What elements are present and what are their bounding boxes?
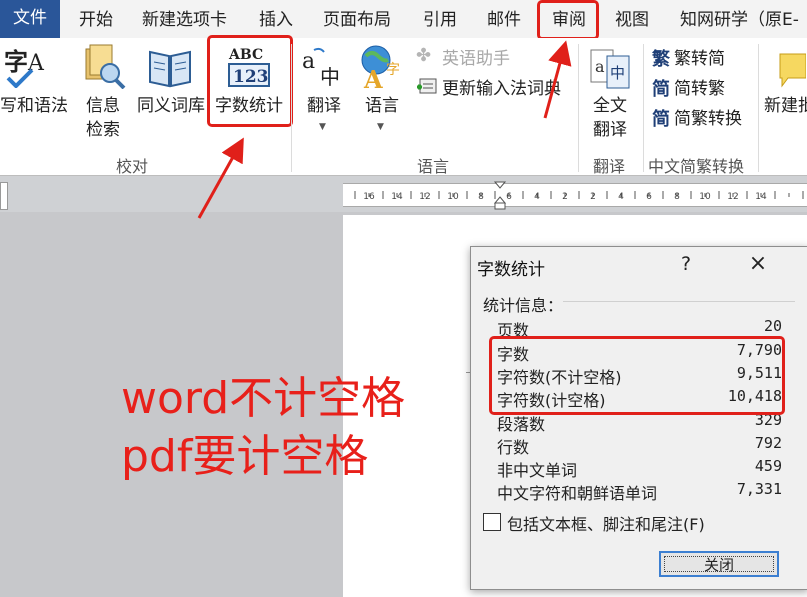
close-icon[interactable]: × [743, 249, 773, 279]
stat-value: 459 [754, 457, 782, 475]
word-count-dialog: 字数统计 ? × 统计信息： 页数 20 字数 7,790 字符数(不计空格) … [470, 246, 807, 590]
stat-row-cjk-words: 中文字符和朝鲜语单词 7,331 [497, 480, 782, 503]
section-divider [563, 301, 795, 302]
arrow-to-word-count [197, 137, 244, 219]
dialog-title: 字数统计 [477, 260, 545, 280]
stat-label: 中文字符和朝鲜语单词 [497, 484, 658, 503]
close-button[interactable]: 关闭 [659, 551, 779, 577]
close-button-label: 关闭 [664, 556, 774, 573]
stat-value: 7,331 [736, 480, 782, 498]
arrow-to-review-tab [543, 40, 572, 119]
stats-section-label: 统计信息： [483, 296, 564, 315]
stat-row-lines: 行数 792 [497, 434, 782, 457]
dialog-body: 统计信息： 页数 20 字数 7,790 字符数(不计空格) 9,511 字符数… [471, 283, 807, 589]
stat-value: 20 [763, 317, 782, 335]
highlight-word-char-counts [489, 336, 785, 415]
help-button[interactable]: ? [681, 253, 691, 275]
stat-label: 行数 [497, 438, 530, 457]
stat-row-non-chinese-words: 非中文单词 459 [497, 457, 782, 480]
include-textboxes-label[interactable]: 包括文本框、脚注和尾注(F) [507, 511, 705, 535]
stat-value: 792 [754, 434, 782, 452]
stat-label: 非中文单词 [497, 461, 578, 480]
include-textboxes-checkbox[interactable] [483, 513, 501, 531]
